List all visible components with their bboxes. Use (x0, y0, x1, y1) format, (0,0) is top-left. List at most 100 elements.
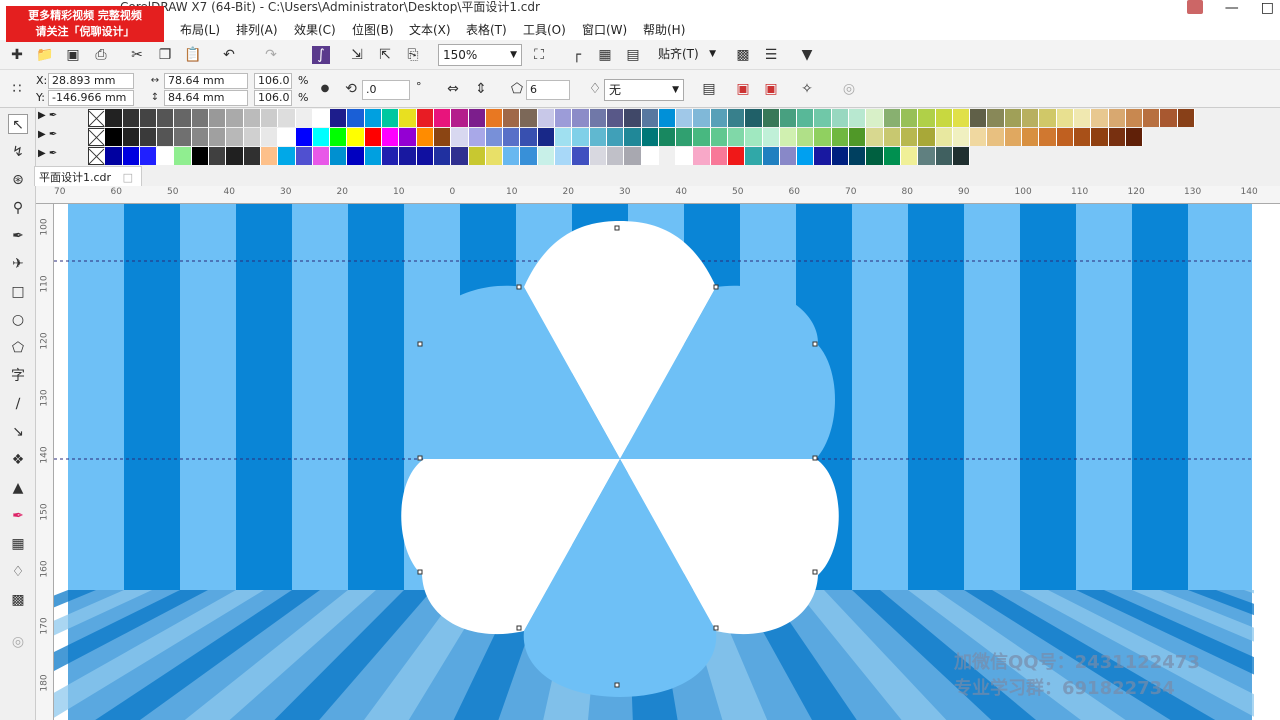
color-swatch[interactable] (416, 147, 434, 165)
search-content-icon[interactable]: ∫ (312, 46, 330, 64)
color-swatch[interactable] (433, 109, 452, 127)
color-swatch[interactable] (779, 147, 798, 165)
color-swatch[interactable] (433, 147, 452, 165)
color-swatch[interactable] (572, 147, 590, 165)
color-swatch[interactable] (952, 128, 971, 146)
maximize-icon[interactable]: □ (1261, 0, 1274, 16)
quick-customize-icon[interactable]: ◎ (840, 80, 858, 98)
color-swatch[interactable] (1160, 109, 1178, 127)
color-swatch[interactable] (935, 128, 953, 146)
color-swatch[interactable] (883, 109, 901, 127)
color-swatch[interactable] (849, 147, 867, 165)
quick-customize-icon[interactable]: ◎ (8, 632, 28, 652)
cut-icon[interactable]: ✂ (128, 46, 146, 64)
color-swatch[interactable] (243, 128, 261, 146)
color-swatch[interactable] (364, 128, 383, 146)
color-swatch[interactable] (1108, 109, 1126, 127)
to-back-icon[interactable]: ▣ (762, 80, 780, 98)
vertical-scrollbar[interactable] (1254, 204, 1280, 720)
color-swatch[interactable] (727, 128, 746, 146)
color-swatch[interactable] (122, 109, 140, 127)
color-swatch[interactable] (831, 128, 850, 146)
color-swatch[interactable] (485, 128, 504, 146)
color-swatch[interactable] (399, 147, 417, 165)
color-swatch[interactable] (555, 109, 573, 127)
no-color-swatch[interactable] (88, 147, 106, 165)
color-swatch[interactable] (970, 128, 988, 146)
options-icon[interactable]: ☰ (762, 46, 780, 64)
horizontal-ruler[interactable]: 70 60 50 40 30 20 10 0 10 20 30 40 50 60 70 80 90 100 110 1… (36, 186, 1280, 204)
application-launcher-icon[interactable]: ▼ (798, 46, 816, 64)
color-swatch[interactable] (641, 109, 659, 127)
parallel-dimension-icon[interactable]: ∕ (8, 394, 28, 414)
color-swatch[interactable] (641, 128, 659, 146)
color-swatch[interactable] (1056, 109, 1074, 127)
color-swatch[interactable] (537, 109, 556, 127)
color-swatch[interactable] (866, 109, 884, 127)
menu-layout[interactable]: 布局(L) (180, 21, 220, 38)
color-swatch[interactable] (157, 147, 175, 165)
color-swatch[interactable] (814, 109, 832, 127)
color-swatch[interactable] (226, 128, 244, 146)
scale-x-field[interactable]: 106.0 (254, 73, 292, 89)
color-swatch[interactable] (589, 109, 607, 127)
color-swatch[interactable] (779, 109, 798, 127)
import-icon[interactable]: ⇲ (348, 46, 366, 64)
text-tool-icon[interactable]: 字 (8, 366, 28, 386)
color-swatch[interactable] (520, 128, 538, 146)
color-swatch[interactable] (330, 147, 348, 165)
color-swatch[interactable] (416, 109, 434, 127)
menu-table[interactable]: 表格(T) (466, 21, 507, 38)
color-swatch[interactable] (312, 109, 331, 127)
color-swatch[interactable] (226, 109, 244, 127)
color-swatch[interactable] (831, 109, 850, 127)
color-swatch[interactable] (1056, 128, 1074, 146)
color-swatch[interactable] (745, 109, 763, 127)
color-swatch[interactable] (537, 128, 556, 146)
ellipse-tool-icon[interactable]: ○ (8, 310, 28, 330)
color-swatch[interactable] (347, 109, 365, 127)
color-swatch[interactable] (191, 128, 210, 146)
color-swatch[interactable] (260, 128, 279, 146)
color-swatch[interactable] (243, 109, 261, 127)
color-swatch[interactable] (1004, 109, 1023, 127)
color-swatch[interactable] (918, 147, 936, 165)
color-swatch[interactable] (191, 109, 210, 127)
crop-tool-icon[interactable]: ⊛ (8, 170, 28, 190)
color-swatch[interactable] (814, 147, 832, 165)
palette-arrow-icon[interactable]: ▶ ✒ (38, 110, 57, 121)
color-swatch[interactable] (382, 109, 400, 127)
snap-to-select[interactable]: 贴齐(T) ▼ (654, 44, 720, 66)
color-swatch[interactable] (105, 147, 123, 165)
color-swatch[interactable] (1022, 128, 1040, 146)
freehand-tool-icon[interactable]: ✒ (8, 226, 28, 246)
text-wrap-icon[interactable]: ▤ (700, 80, 718, 98)
no-color-swatch[interactable] (88, 128, 106, 146)
interactive-fill-icon[interactable]: ▦ (8, 534, 28, 554)
color-swatch[interactable] (191, 147, 210, 165)
drawing-canvas[interactable] (54, 204, 1280, 720)
color-swatch[interactable] (918, 109, 936, 127)
color-swatch[interactable] (935, 109, 953, 127)
color-swatch[interactable] (260, 109, 279, 127)
color-swatch[interactable] (451, 128, 469, 146)
color-swatch[interactable] (416, 128, 434, 146)
color-swatch[interactable] (209, 128, 227, 146)
color-swatch[interactable] (243, 147, 261, 165)
color-swatch[interactable] (157, 109, 175, 127)
color-swatch[interactable] (1125, 109, 1144, 127)
color-swatch[interactable] (866, 147, 884, 165)
mirror-horizontal-icon[interactable]: ⇔ (444, 80, 462, 98)
color-swatch[interactable] (1125, 128, 1144, 146)
color-swatch[interactable] (226, 147, 244, 165)
outline-width-select[interactable]: 无 ▼ (604, 79, 684, 101)
color-swatch[interactable] (1091, 128, 1109, 146)
color-swatch[interactable] (952, 147, 971, 165)
color-swatch[interactable] (468, 128, 486, 146)
document-tab[interactable]: 平面设计1.cdr □ (34, 166, 142, 186)
shape-tool-icon[interactable]: ↯ (8, 142, 28, 162)
color-swatch[interactable] (883, 128, 901, 146)
x-position-field[interactable]: 28.893 mm (48, 73, 134, 89)
height-field[interactable]: 84.64 mm (164, 90, 248, 106)
menu-text[interactable]: 文本(X) (409, 21, 451, 38)
